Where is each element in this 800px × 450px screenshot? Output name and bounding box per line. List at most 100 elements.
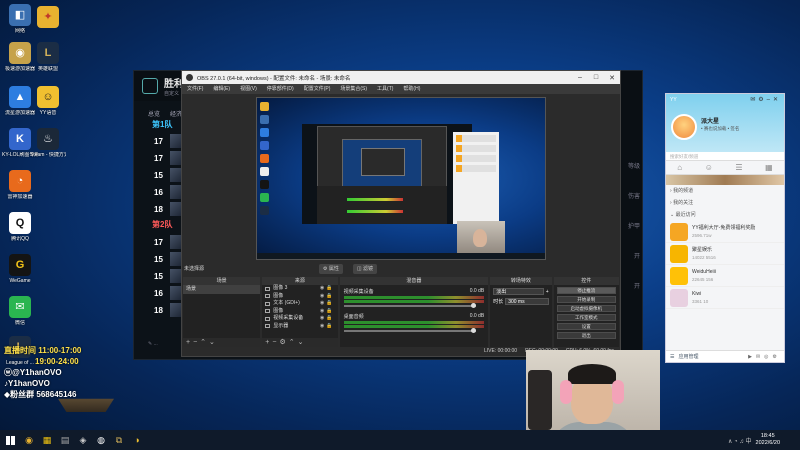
stop-streaming-button[interactable]: 停止推流 <box>556 287 616 294</box>
visibility-lock-icons[interactable]: ◉🔒 <box>320 308 335 316</box>
desktop-icon-leishen[interactable]: ◔ 雷神加速器 <box>2 170 38 200</box>
volume-slider[interactable] <box>343 303 477 308</box>
transitions-dock-title: 转场特效 <box>490 277 552 285</box>
desktop-icon-steam[interactable]: ♨ Steam - 快捷方式 <box>30 128 66 158</box>
transition-select[interactable]: 淡出 <box>493 288 544 295</box>
filters-button[interactable]: ◫ 滤镜 <box>352 264 378 274</box>
yy-section-recent[interactable]: ⌄ 最近访问 <box>666 209 784 221</box>
channel-thumbnail <box>670 244 688 263</box>
yy-window[interactable]: YY ✉⚙–✕ 派大星 • 赛也说加载 • 签名 搜索好友/频道 ⌂ ☺ ☰ ▦… <box>665 93 785 363</box>
yy-bottom-icons[interactable]: ▶✉◎⚙ <box>748 351 781 362</box>
duration-input[interactable]: 300 ms <box>505 298 549 305</box>
network-icon: ◧ <box>9 4 31 26</box>
taskbar-app-explorer[interactable]: ▦ <box>38 430 56 450</box>
preview-mixer-bar <box>347 210 403 213</box>
apps-icon[interactable]: ▦ <box>765 163 773 172</box>
obs-title-text: OBS 27.0.1 (64-bit, windows) - 配置文件: 未命名… <box>197 75 351 82</box>
visibility-lock-icons[interactable]: ◉🔒 <box>320 285 335 293</box>
desktop-icon-logo[interactable]: ✦ <box>30 6 66 30</box>
start-recording-button[interactable]: 开始录制 <box>556 296 616 303</box>
source-item[interactable]: 图像 3 ◉🔒 <box>262 285 337 293</box>
menu-tools[interactable]: 工具(T) <box>377 84 393 94</box>
visibility-lock-icons[interactable]: ◉🔒 <box>320 323 335 331</box>
source-item[interactable]: 图像 ◉🔒 <box>262 308 337 316</box>
yy-section-follows[interactable]: › 我的关注 <box>666 197 784 209</box>
menu-profile[interactable]: 配置文件(P) <box>304 84 331 94</box>
visibility-lock-icons[interactable]: ◉🔒 <box>320 300 335 308</box>
item-sub: 14022 5516 <box>692 254 716 260</box>
avatar[interactable] <box>671 114 697 140</box>
transitions-dock: 转场特效 淡出 + 时长 300 ms <box>490 277 552 347</box>
yy-banner[interactable] <box>666 175 784 185</box>
exit-button[interactable]: 退出 <box>556 332 616 339</box>
tray-icons[interactable]: ∧ ◔ ♫ 中 <box>728 436 752 445</box>
schedule-line-1: 直播时间 11:00-17:00 <box>4 346 82 355</box>
live-time: LIVE: 00:00:00 <box>484 348 518 354</box>
list-item[interactable]: WeiduHeiii 22645 156 <box>666 265 784 287</box>
list-item[interactable]: YY福利大厅-免费领福利奖励 2596.71w <box>666 221 784 243</box>
yy-search-input[interactable]: 搜索好友/频道 <box>666 152 784 161</box>
yy-window-controls[interactable]: ✉⚙–✕ <box>750 96 781 103</box>
visibility-lock-icons[interactable]: ◉🔒 <box>320 315 335 323</box>
minimize-icon[interactable]: – <box>572 74 588 82</box>
contacts-icon[interactable]: ☺ <box>705 163 713 172</box>
desktop-icon-yy[interactable]: ☺ YY语音 <box>30 86 66 116</box>
maximize-icon[interactable]: □ <box>588 74 604 82</box>
obs-window[interactable]: OBS 27.0.1 (64-bit, windows) - 配置文件: 未命名… <box>181 70 621 357</box>
obs-titlebar: OBS 27.0.1 (64-bit, windows) - 配置文件: 未命名… <box>182 71 620 84</box>
headphone-right <box>612 380 624 404</box>
thunder-icon: ◔ <box>9 170 31 192</box>
tab-overview[interactable]: 总览 <box>148 109 160 118</box>
groups-icon[interactable]: ☰ <box>735 163 742 172</box>
close-icon[interactable]: ✕ <box>604 74 620 82</box>
yy-section-my-channels[interactable]: › 我的频道 <box>666 185 784 197</box>
start-button[interactable] <box>0 430 20 450</box>
volume-meter <box>343 321 485 324</box>
team1-label: 第1队 <box>152 120 173 129</box>
home-icon[interactable]: ⌂ <box>677 163 682 172</box>
clock-time: 18:45 <box>760 433 775 439</box>
volume-slider[interactable] <box>343 328 477 333</box>
user-signature[interactable]: • 赛也说加载 • 签名 <box>701 126 739 132</box>
clock[interactable]: 18:45 2022/6/20 <box>756 433 780 447</box>
mixer-dock: 混音器 视频采集设备 0.0 dB 桌面音频 0.0 dB <box>339 277 489 347</box>
scene-item[interactable]: 场景 <box>183 285 261 294</box>
source-item[interactable]: 显示器 ◉🔒 <box>262 323 337 331</box>
slider-handle[interactable] <box>471 328 477 333</box>
taskbar-app-chrome[interactable]: ◉ <box>20 430 38 450</box>
desktop-icon-qq[interactable]: Q 腾讯QQ <box>2 212 38 242</box>
taskbar-app-yy[interactable]: ◑ <box>128 430 146 450</box>
add-transition-icon[interactable]: + <box>546 289 549 295</box>
slider-handle[interactable] <box>471 303 477 308</box>
menu-view[interactable]: 视图(V) <box>240 84 257 94</box>
menu-help[interactable]: 帮助(H) <box>403 84 420 94</box>
scenes-dock-toolbar[interactable]: +−⌃⌄ <box>183 338 261 347</box>
desktop-icon-wechat[interactable]: ✉ 微信 <box>2 296 38 326</box>
sources-dock-toolbar[interactable]: +−⚙⌃⌄ <box>262 338 338 347</box>
taskbar-app-lol[interactable]: ⧉ <box>110 430 128 450</box>
menu-edit[interactable]: 编辑(E) <box>213 84 230 94</box>
desktop-icon-wegame[interactable]: G WeGame <box>2 254 38 284</box>
studio-mode-button[interactable]: 工作室模式 <box>556 314 616 321</box>
source-item[interactable]: 文本 (GDI+) ◉🔒 <box>262 300 337 308</box>
yy-bottom-bar: ☰ 应用管理 ▶✉◎⚙ <box>666 350 784 362</box>
taskbar-app-game[interactable]: ◈ <box>74 430 92 450</box>
menu-icon[interactable]: ☰ <box>670 351 674 362</box>
properties-button[interactable]: ⚙ 属性 <box>319 264 343 274</box>
menu-file[interactable]: 文件(F) <box>187 84 203 94</box>
menu-scene-collection[interactable]: 场景集合(S) <box>340 84 367 94</box>
obs-preview-canvas[interactable] <box>256 97 546 260</box>
source-item[interactable]: 视频采集设备 ◉🔒 <box>262 315 337 323</box>
menu-docks[interactable]: 停靠部件(D) <box>267 84 294 94</box>
list-item[interactable]: Kiwi 3361 10 <box>666 287 784 309</box>
list-item[interactable]: 聚星娱乐 14022 5516 <box>666 243 784 265</box>
settings-button[interactable]: 设置 <box>556 323 616 330</box>
source-item[interactable]: 图像 ◉🔒 <box>262 293 337 301</box>
app-manager-link[interactable]: 应用管理 <box>678 351 698 362</box>
desktop-icon-lol[interactable]: L 英雄联盟 <box>30 42 66 72</box>
taskbar-app-obs[interactable]: ◍ <box>92 430 110 450</box>
taskbar-app-files[interactable]: ▤ <box>56 430 74 450</box>
item-title: WeiduHeiii <box>692 268 716 275</box>
virtual-camera-button[interactable]: 启动虚拟摄像机 <box>556 305 616 312</box>
visibility-lock-icons[interactable]: ◉🔒 <box>320 293 335 301</box>
